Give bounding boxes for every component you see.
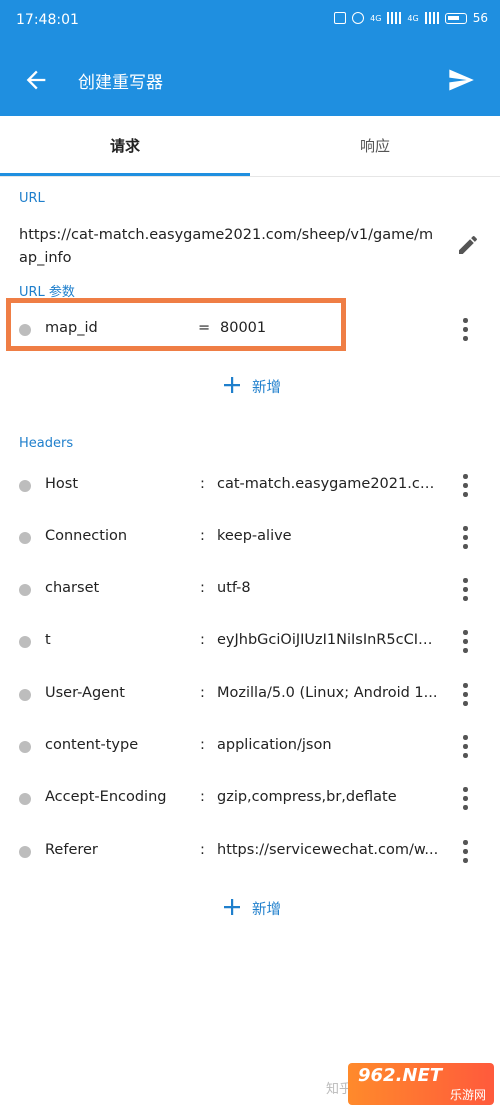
header-separator: : bbox=[200, 528, 205, 544]
header-key: content-type bbox=[45, 737, 139, 753]
header-value: https://servicewechat.com/w... bbox=[217, 842, 439, 858]
header-enabled-dot[interactable] bbox=[19, 636, 31, 648]
header-enabled-dot[interactable] bbox=[19, 741, 31, 753]
more-vert-icon[interactable] bbox=[456, 316, 474, 344]
header-enabled-dot[interactable] bbox=[19, 846, 31, 858]
header-enabled-dot[interactable] bbox=[19, 689, 31, 701]
header-enabled-dot[interactable] bbox=[19, 584, 31, 596]
add-param-button[interactable]: 新增 bbox=[0, 371, 500, 401]
site-watermark: 962.NET 乐游网 bbox=[348, 1063, 494, 1105]
header-key: Accept-Encoding bbox=[45, 789, 167, 805]
header-row[interactable]: Host : cat-match.easygame2021.com bbox=[0, 466, 500, 506]
signal-icon-1 bbox=[387, 12, 402, 24]
header-key: Connection bbox=[45, 528, 128, 544]
header-separator: : bbox=[200, 580, 205, 596]
header-key: User-Agent bbox=[45, 685, 125, 701]
more-vert-icon[interactable] bbox=[456, 785, 474, 813]
header-row[interactable]: Referer : https://servicewechat.com/w... bbox=[0, 832, 500, 872]
more-vert-icon[interactable] bbox=[456, 576, 474, 604]
watermark-sub: 乐游网 bbox=[449, 1088, 486, 1102]
status-time: 17:48:01 bbox=[16, 12, 79, 28]
tab-indicator bbox=[0, 173, 250, 176]
url-label: URL bbox=[19, 191, 45, 206]
status-bar: 17:48:01 4G 4G 56 bbox=[0, 0, 500, 44]
header-separator: : bbox=[200, 737, 205, 753]
more-vert-icon[interactable] bbox=[456, 628, 474, 656]
send-icon[interactable] bbox=[446, 66, 476, 94]
header-value: keep-alive bbox=[217, 528, 292, 544]
header-value: eyJhbGciOiJIUzI1NiIsInR5cCI6I... bbox=[217, 632, 439, 648]
watermark-brand: 962.NET bbox=[358, 1065, 443, 1086]
highlight-box bbox=[6, 298, 346, 351]
more-vert-icon[interactable] bbox=[456, 524, 474, 552]
header-value: application/json bbox=[217, 737, 332, 753]
more-vert-icon[interactable] bbox=[456, 838, 474, 866]
header-row[interactable]: User-Agent : Mozilla/5.0 (Linux; Android… bbox=[0, 675, 500, 715]
header-separator: : bbox=[200, 685, 205, 701]
header-row[interactable]: Accept-Encoding : gzip,compress,br,defla… bbox=[0, 779, 500, 819]
network-4g-label-1: 4G bbox=[370, 13, 382, 23]
nfc-icon bbox=[334, 12, 347, 24]
header-enabled-dot[interactable] bbox=[19, 480, 31, 492]
header-key: charset bbox=[45, 580, 100, 596]
add-header-button[interactable]: 新增 bbox=[0, 893, 500, 923]
network-4g-label-2: 4G bbox=[407, 13, 419, 23]
add-header-label: 新增 bbox=[252, 902, 281, 918]
more-vert-icon[interactable] bbox=[456, 733, 474, 761]
tab-response[interactable]: 响应 bbox=[250, 116, 500, 176]
header-value: gzip,compress,br,deflate bbox=[217, 789, 397, 805]
header-separator: : bbox=[200, 842, 205, 858]
header-row[interactable]: content-type : application/json bbox=[0, 727, 500, 767]
more-vert-icon[interactable] bbox=[456, 472, 474, 500]
header-value: Mozilla/5.0 (Linux; Android 1... bbox=[217, 685, 438, 701]
battery-percent: 56 bbox=[472, 11, 488, 25]
more-vert-icon[interactable] bbox=[456, 681, 474, 709]
alarm-icon bbox=[352, 12, 365, 24]
edit-icon[interactable] bbox=[456, 233, 480, 257]
headers-label: Headers bbox=[19, 436, 74, 451]
back-arrow-icon[interactable] bbox=[22, 66, 50, 94]
header-separator: : bbox=[200, 632, 205, 648]
battery-icon bbox=[444, 12, 467, 24]
header-enabled-dot[interactable] bbox=[19, 793, 31, 805]
app-bar: 创建重写器 bbox=[0, 44, 500, 116]
add-param-label: 新增 bbox=[252, 380, 281, 396]
plus-icon bbox=[224, 899, 240, 915]
header-separator: : bbox=[200, 476, 205, 492]
header-enabled-dot[interactable] bbox=[19, 532, 31, 544]
plus-icon bbox=[224, 377, 240, 393]
header-row[interactable]: t : eyJhbGciOiJIUzI1NiIsInR5cCI6I... bbox=[0, 622, 500, 662]
header-value: utf-8 bbox=[217, 580, 251, 596]
tab-request[interactable]: 请求 bbox=[0, 116, 250, 176]
header-value: cat-match.easygame2021.com bbox=[217, 476, 439, 492]
tab-bar: 请求 响应 bbox=[0, 116, 500, 177]
page-title: 创建重写器 bbox=[78, 73, 163, 93]
header-separator: : bbox=[200, 789, 205, 805]
status-icons: 4G 4G 56 bbox=[334, 11, 488, 25]
header-row[interactable]: Connection : keep-alive bbox=[0, 518, 500, 558]
url-value[interactable]: https://cat-match.easygame2021.com/sheep… bbox=[19, 224, 439, 270]
header-key: Host bbox=[45, 476, 79, 492]
header-key: t bbox=[45, 632, 51, 648]
header-row[interactable]: charset : utf-8 bbox=[0, 570, 500, 610]
signal-icon-2 bbox=[424, 12, 439, 24]
header-key: Referer bbox=[45, 842, 98, 858]
